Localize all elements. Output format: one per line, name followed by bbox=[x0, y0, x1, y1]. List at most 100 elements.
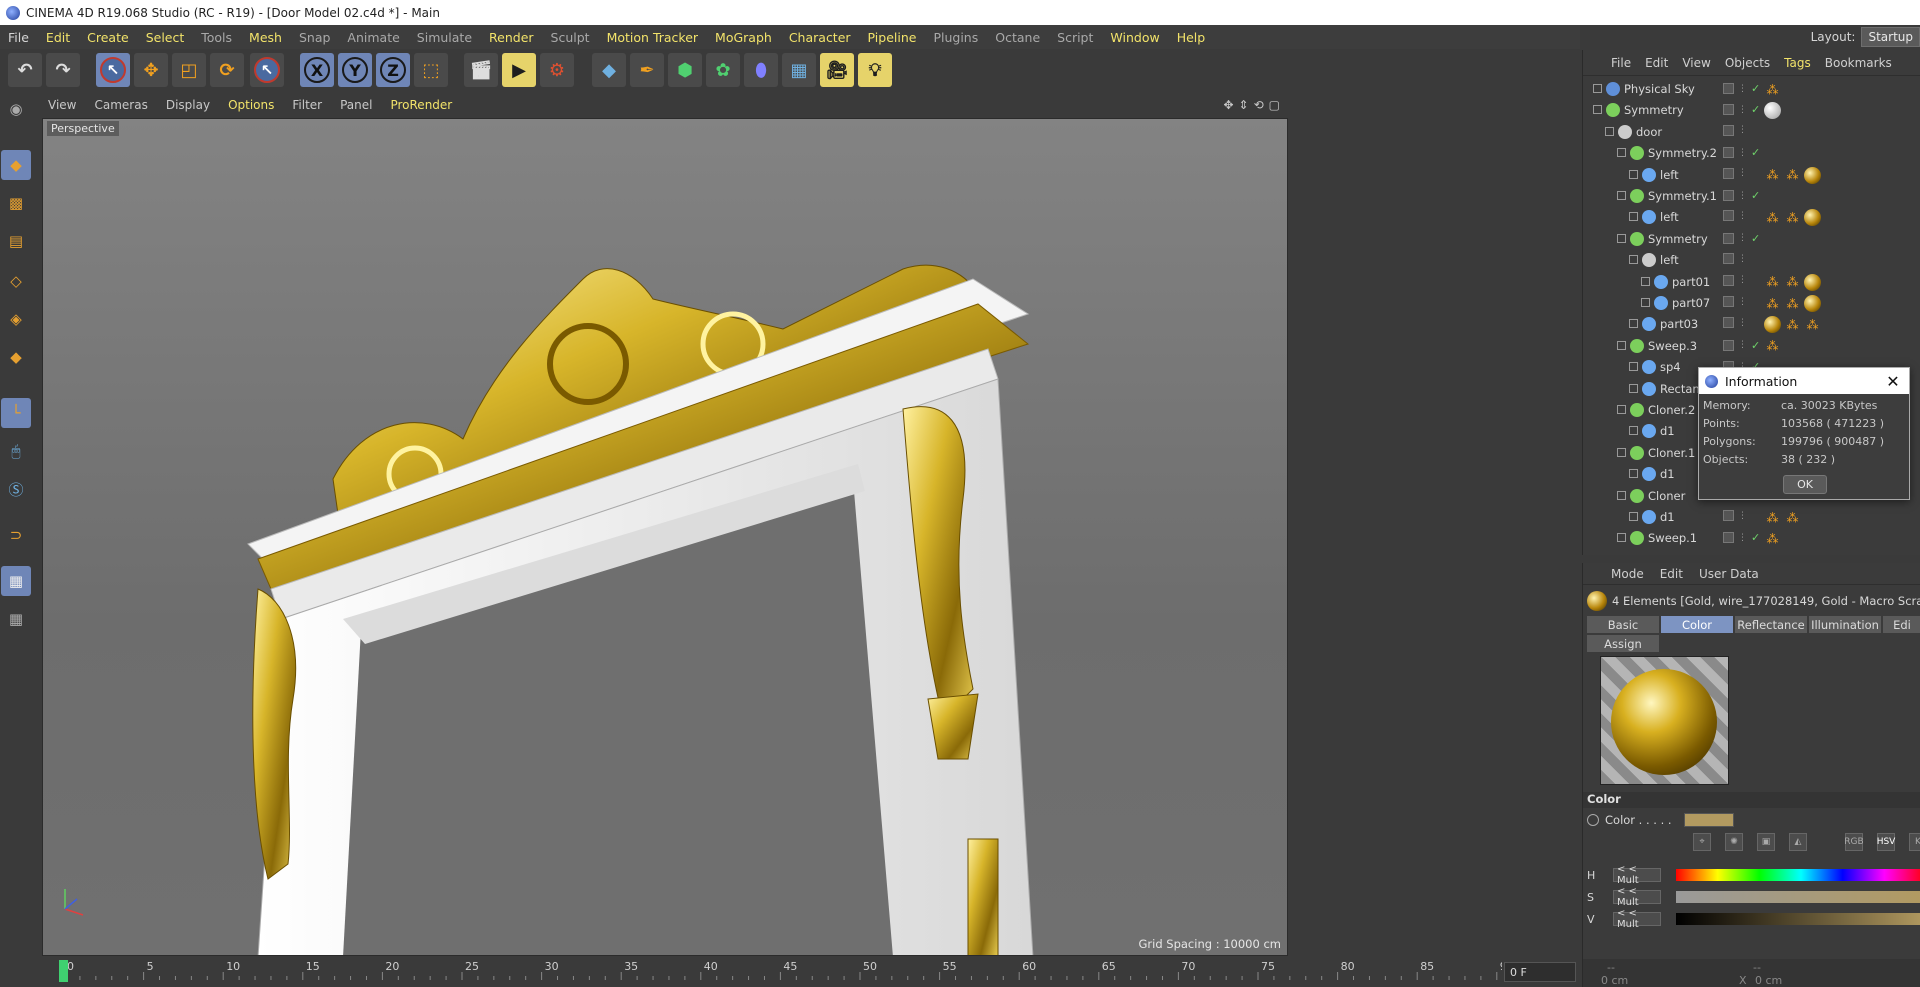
viewport-menu-filter[interactable]: Filter bbox=[292, 98, 322, 112]
expand-toggle-icon[interactable] bbox=[1629, 212, 1638, 222]
object-name[interactable]: Cloner.1 bbox=[1648, 446, 1695, 460]
selection-tag-icon[interactable]: ⁂ bbox=[1764, 81, 1781, 98]
y-axis-button[interactable]: Y bbox=[338, 53, 372, 87]
material-tag-icon[interactable] bbox=[1804, 166, 1821, 184]
expand-toggle-icon[interactable] bbox=[1629, 469, 1638, 479]
object-name[interactable]: Symmetry bbox=[1648, 232, 1708, 246]
expand-toggle-icon[interactable] bbox=[1593, 84, 1602, 93]
edges-mode-button[interactable]: ◈ bbox=[1, 304, 31, 334]
render-to-picture-viewer-button[interactable]: ▶ bbox=[502, 53, 536, 87]
expand-toggle-icon[interactable] bbox=[1629, 426, 1638, 436]
visibility-dots-icon[interactable]: ⋮ bbox=[1738, 318, 1747, 328]
om-menu-view[interactable]: View bbox=[1682, 56, 1710, 70]
layer-checkbox[interactable] bbox=[1723, 317, 1734, 329]
coord-x-size[interactable]: 0 cm bbox=[1755, 974, 1782, 987]
saturation-slider[interactable] bbox=[1676, 891, 1920, 903]
expand-toggle-icon[interactable] bbox=[1629, 319, 1638, 329]
layout-dropdown[interactable]: Startup bbox=[1861, 27, 1920, 47]
visibility-dots-icon[interactable]: ⋮ bbox=[1738, 84, 1747, 94]
visibility-dots-icon[interactable]: ⋮ bbox=[1738, 191, 1747, 201]
timeline-ruler[interactable]: 0 5 10 15 20 25 30 35 40 45 50 55 60 65 70 75 80 85 90 bbox=[42, 958, 1502, 987]
object-row[interactable]: left ⋮ ⁂ ⁂ bbox=[1583, 165, 1920, 186]
object-row[interactable]: part03 ⋮ ⁂ ⁂ bbox=[1583, 314, 1920, 335]
planar-workplane-button[interactable]: ▦ bbox=[1, 604, 31, 634]
object-row[interactable]: part01 ⋮ ⁂ ⁂ bbox=[1583, 272, 1920, 293]
enabled-check-icon[interactable]: ✓ bbox=[1751, 103, 1760, 116]
om-menu-bookmarks[interactable]: Bookmarks bbox=[1825, 56, 1892, 70]
expand-toggle-icon[interactable] bbox=[1629, 362, 1638, 372]
visibility-dots-icon[interactable]: ⋮ bbox=[1738, 297, 1747, 307]
enabled-check-icon[interactable]: ✓ bbox=[1751, 232, 1760, 245]
expand-toggle-icon[interactable] bbox=[1617, 233, 1626, 243]
object-name[interactable]: Sweep.3 bbox=[1648, 339, 1697, 353]
object-row[interactable]: Symmetry ⋮ ✓ bbox=[1583, 100, 1920, 121]
object-row[interactable]: part07 ⋮ ⁂ ⁂ bbox=[1583, 293, 1920, 314]
workplane-mode-button[interactable]: ▤ bbox=[1, 226, 31, 256]
floor-button[interactable]: ▦ bbox=[782, 53, 816, 87]
light-button[interactable]: 💡︎ bbox=[858, 53, 892, 87]
menu-script[interactable]: Script bbox=[1057, 30, 1093, 45]
enabled-check-icon[interactable]: ✓ bbox=[1751, 189, 1760, 202]
layer-checkbox[interactable] bbox=[1723, 532, 1734, 544]
z-axis-button[interactable]: Z bbox=[376, 53, 410, 87]
visibility-dots-icon[interactable]: ⋮ bbox=[1738, 148, 1747, 158]
menu-simulate[interactable]: Simulate bbox=[417, 30, 472, 45]
menu-tools[interactable]: Tools bbox=[201, 30, 232, 45]
polygons-mode-button[interactable]: ◆ bbox=[1, 342, 31, 372]
ok-button[interactable]: OK bbox=[1783, 475, 1827, 494]
selection-tag-icon[interactable]: ⁂ bbox=[1784, 209, 1801, 226]
object-row[interactable]: Symmetry.1 ⋮ ✓ bbox=[1583, 186, 1920, 207]
current-frame-field[interactable]: 0 F bbox=[1504, 962, 1576, 982]
menu-animate[interactable]: Animate bbox=[347, 30, 399, 45]
am-menu-edit[interactable]: Edit bbox=[1660, 567, 1683, 581]
material-tag-icon[interactable] bbox=[1804, 273, 1821, 291]
tab-reflectance[interactable]: Reflectance bbox=[1735, 616, 1807, 633]
deformer-button[interactable]: ⬮ bbox=[744, 53, 778, 87]
color-picker-icon[interactable]: ⌖ bbox=[1693, 833, 1711, 851]
selection-tag-icon[interactable]: ⁂ bbox=[1764, 167, 1781, 184]
enabled-check-icon[interactable]: ✓ bbox=[1751, 531, 1760, 544]
expand-toggle-icon[interactable] bbox=[1629, 512, 1638, 521]
object-row[interactable]: Symmetry.2 ⋮ ✓ bbox=[1583, 143, 1920, 164]
viewport-menu-view[interactable]: View bbox=[48, 98, 76, 112]
selection-tag-icon[interactable]: ⁂ bbox=[1764, 209, 1781, 226]
enable-axis-button[interactable]: └ bbox=[1, 398, 31, 428]
om-menu-edit[interactable]: Edit bbox=[1645, 56, 1668, 70]
visibility-dots-icon[interactable]: ⋮ bbox=[1738, 533, 1747, 543]
object-name[interactable]: d1 bbox=[1660, 510, 1675, 524]
object-row[interactable]: Sweep.3 ⋮ ✓ ⁂ bbox=[1583, 336, 1920, 357]
object-row[interactable]: Physical Sky ⋮ ✓ ⁂ bbox=[1583, 79, 1920, 100]
object-name[interactable]: part03 bbox=[1660, 317, 1698, 331]
color-wheel-icon[interactable]: ✺ bbox=[1725, 833, 1743, 851]
layer-checkbox[interactable] bbox=[1723, 83, 1734, 94]
object-row[interactable]: left ⋮ bbox=[1583, 250, 1920, 271]
points-mode-button[interactable]: ◇ bbox=[1, 266, 31, 296]
saturation-field[interactable]: < < Mult bbox=[1613, 886, 1661, 908]
recent-tool-button[interactable]: ↖ bbox=[250, 53, 284, 87]
selection-tag-icon[interactable]: ⁂ bbox=[1764, 295, 1781, 312]
tab-illumination[interactable]: Illumination bbox=[1809, 616, 1881, 633]
expand-toggle-icon[interactable] bbox=[1641, 298, 1650, 307]
expand-toggle-icon[interactable] bbox=[1617, 191, 1626, 200]
tab-assign[interactable]: Assign bbox=[1587, 635, 1659, 652]
x-axis-button[interactable]: X bbox=[300, 53, 334, 87]
viewport-menu-cameras[interactable]: Cameras bbox=[94, 98, 147, 112]
live-selection-button[interactable]: ↖ bbox=[96, 53, 130, 87]
layer-checkbox[interactable] bbox=[1723, 104, 1734, 116]
rgb-mode-button[interactable]: RGB bbox=[1844, 833, 1864, 851]
expand-toggle-icon[interactable] bbox=[1617, 148, 1626, 158]
menu-octane[interactable]: Octane bbox=[995, 30, 1040, 45]
selection-tag-icon[interactable]: ⁂ bbox=[1784, 509, 1801, 526]
selection-tag-icon[interactable]: ⁂ bbox=[1784, 167, 1801, 184]
texture-mode-button[interactable]: ▩ bbox=[1, 188, 31, 218]
object-name[interactable]: left bbox=[1660, 253, 1679, 267]
3d-viewport[interactable]: Perspective Grid Spacing : 10000 cm bbox=[42, 118, 1288, 956]
playhead[interactable] bbox=[59, 960, 68, 982]
expand-toggle-icon[interactable] bbox=[1629, 255, 1638, 265]
menu-pipeline[interactable]: Pipeline bbox=[868, 30, 917, 45]
expand-toggle-icon[interactable] bbox=[1593, 105, 1602, 115]
hue-slider[interactable] bbox=[1676, 869, 1920, 881]
selection-tag-icon[interactable]: ⁂ bbox=[1764, 274, 1781, 291]
menu-character[interactable]: Character bbox=[789, 30, 851, 45]
object-name[interactable]: Cloner bbox=[1648, 489, 1685, 503]
